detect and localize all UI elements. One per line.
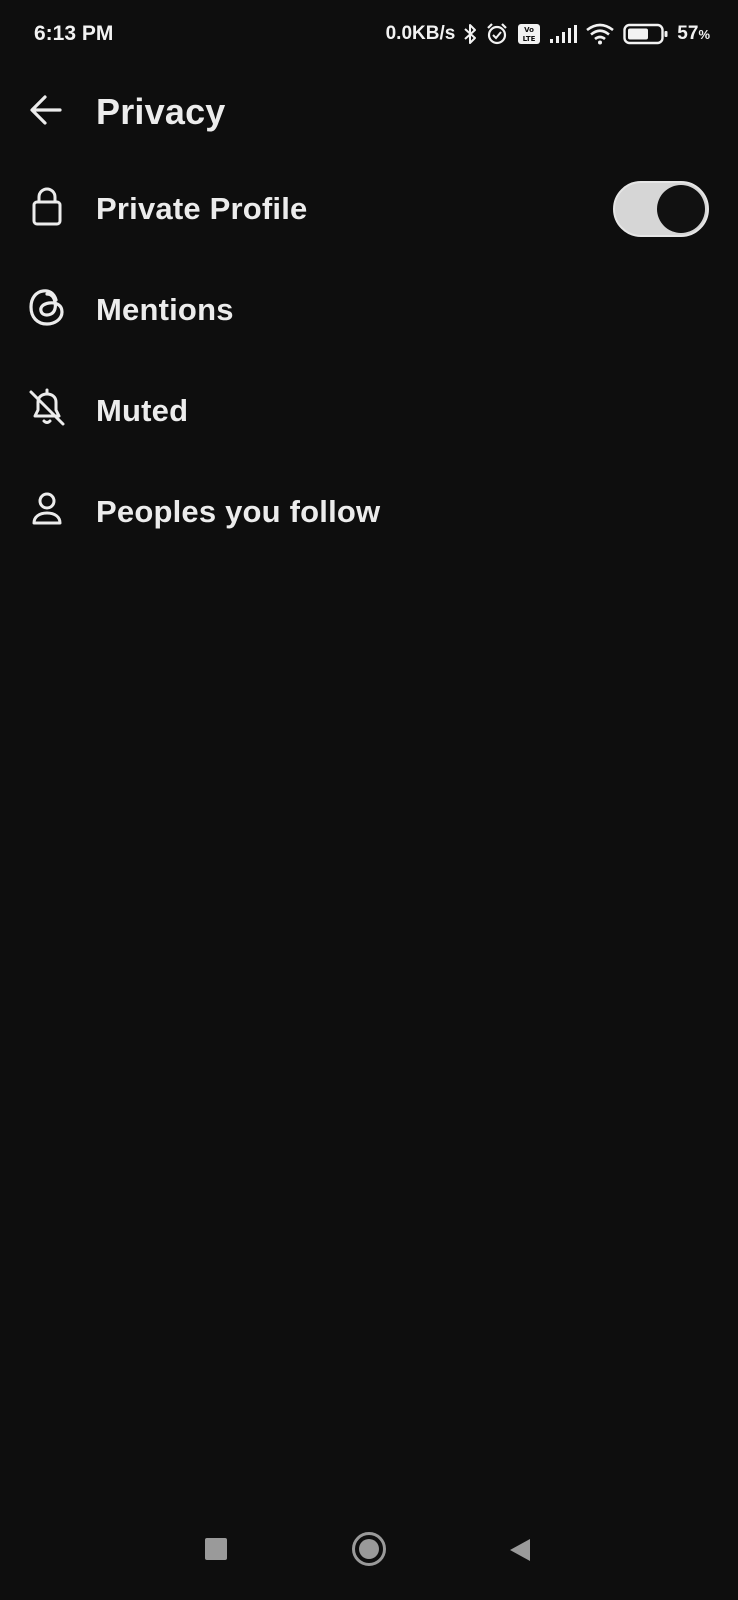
menu-item-label: Private Profile <box>96 190 308 226</box>
battery-percent: 57 <box>677 23 699 44</box>
private-profile-toggle[interactable] <box>613 181 709 237</box>
home-icon <box>359 1539 379 1559</box>
wifi-icon <box>585 23 615 45</box>
volte-icon: Vo LTE <box>517 23 541 45</box>
svg-text:Vo: Vo <box>524 26 534 34</box>
privacy-screen: 6:13 PM 0.0KB/s Vo LTE 57% Privacy Priva… <box>0 0 738 1600</box>
status-bar: 6:13 PM 0.0KB/s Vo LTE 57% <box>0 0 738 68</box>
menu-item-mentions[interactable]: Mentions <box>0 259 738 360</box>
toggle-knob <box>657 185 705 233</box>
battery-level: 57% <box>677 23 710 45</box>
triangle-back-icon <box>510 1539 530 1561</box>
app-header: Privacy <box>0 80 738 144</box>
alarm-icon <box>485 22 509 46</box>
threads-at-icon <box>27 285 67 334</box>
menu-item-peoples-you-follow[interactable]: Peoples you follow <box>0 461 738 562</box>
battery-unit: % <box>698 27 710 42</box>
menu-item-muted[interactable]: Muted <box>0 360 738 461</box>
status-time: 6:13 PM <box>34 22 114 45</box>
bluetooth-icon <box>463 23 477 45</box>
menu-item-private-profile[interactable]: Private Profile <box>0 158 738 259</box>
back-button[interactable] <box>0 80 96 144</box>
bell-off-icon <box>27 388 67 433</box>
status-icons: 0.0KB/s Vo LTE 57% <box>386 22 710 46</box>
system-nav-bar <box>0 1520 738 1592</box>
signal-icon <box>549 24 578 44</box>
svg-text:LTE: LTE <box>523 35 536 43</box>
nav-back-button[interactable] <box>508 1537 532 1568</box>
page-title: Privacy <box>96 91 226 132</box>
arrow-left-icon <box>28 92 64 133</box>
home-button[interactable] <box>352 1532 386 1566</box>
person-icon <box>29 491 65 532</box>
recents-button[interactable] <box>205 1538 227 1560</box>
privacy-menu: Private Profile Mentions Muted Peoples y… <box>0 158 738 562</box>
lock-icon <box>29 186 65 231</box>
network-speed: 0.0KB/s <box>385 23 456 44</box>
battery-icon <box>623 23 669 45</box>
menu-item-label: Peoples you follow <box>96 493 381 529</box>
menu-item-label: Mentions <box>96 291 234 327</box>
menu-item-label: Muted <box>96 392 189 428</box>
